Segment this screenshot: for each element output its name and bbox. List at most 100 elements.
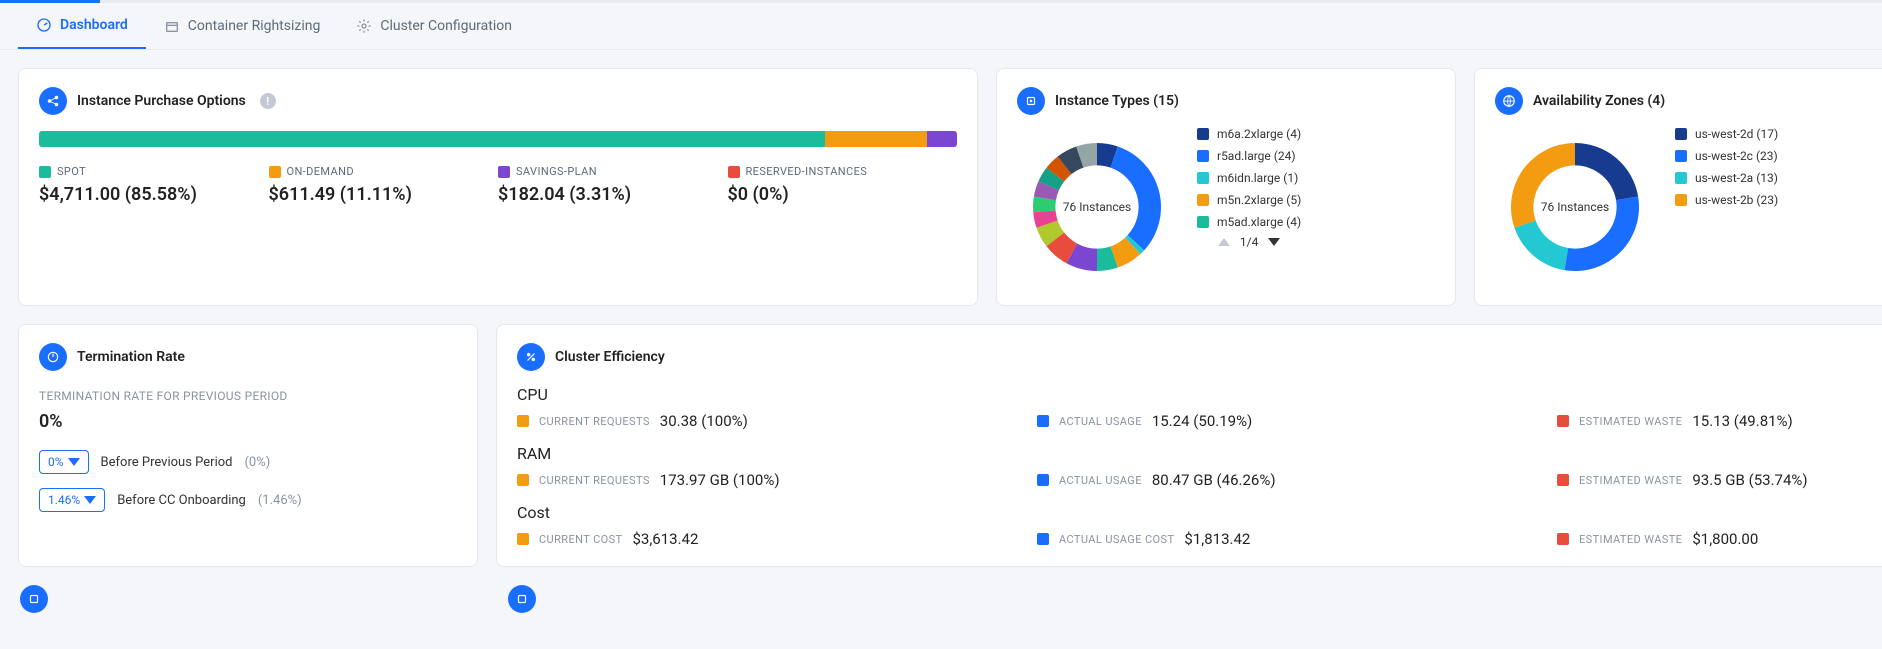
termination-subtitle: TERMINATION RATE FOR PREVIOUS PERIOD bbox=[39, 389, 457, 403]
termination-row-label: Before Previous Period bbox=[101, 455, 233, 470]
efficiency-metric: ESTIMATED WASTE 15.13 (49.81%) bbox=[1557, 412, 1882, 430]
legend-label: r5ad.large (24) bbox=[1217, 149, 1296, 163]
termination-chip[interactable]: 1.46% bbox=[39, 488, 105, 512]
purchase-option-value: $4,711.00 (85.58%) bbox=[39, 184, 269, 205]
color-swatch bbox=[1197, 194, 1209, 206]
chip-icon bbox=[1017, 87, 1045, 115]
instance-types-legend: m6a.2xlarge (4) r5ad.large (24) m6idn.larg… bbox=[1197, 127, 1301, 229]
purchase-bar bbox=[39, 131, 957, 147]
efficiency-metric-value: 173.97 GB (100%) bbox=[660, 471, 780, 489]
efficiency-metric-value: $1,800.00 bbox=[1692, 530, 1758, 548]
efficiency-icon bbox=[517, 343, 545, 371]
efficiency-metric-value: $3,613.42 bbox=[633, 530, 699, 548]
termination-value: 0% bbox=[39, 411, 457, 432]
legend-item[interactable]: us-west-2a (13) bbox=[1675, 171, 1778, 185]
efficiency-metric-label: CURRENT REQUESTS bbox=[539, 474, 650, 487]
legend-item[interactable]: m5ad.xlarge (4) bbox=[1197, 215, 1301, 229]
termination-row-label: Before CC Onboarding bbox=[117, 493, 246, 508]
efficiency-metric-value: 80.47 GB (46.26%) bbox=[1152, 471, 1276, 489]
gauge-icon bbox=[36, 17, 52, 33]
efficiency-metric: ACTUAL USAGE80.47 GB (46.26%) bbox=[1037, 471, 1517, 489]
efficiency-metric: CURRENT COST $3,613.42 bbox=[517, 530, 997, 548]
legend-label: m5ad.xlarge (4) bbox=[1217, 215, 1301, 229]
efficiency-metric-value: $1,813.42 bbox=[1184, 530, 1250, 548]
legend-label: us-west-2d (17) bbox=[1695, 127, 1778, 141]
efficiency-metric: ACTUAL USAGE15.24 (50.19%) bbox=[1037, 412, 1517, 430]
legend-item[interactable]: r5ad.large (24) bbox=[1197, 149, 1301, 163]
efficiency-metric-label: ESTIMATED WASTE bbox=[1579, 533, 1682, 546]
efficiency-group-name: RAM bbox=[517, 444, 1882, 463]
tab-cluster-configuration[interactable]: Cluster Configuration bbox=[338, 4, 530, 48]
efficiency-group: CostCURRENT COST$3,613.42ACTUAL USAGE CO… bbox=[517, 503, 1882, 548]
pager-prev-icon[interactable] bbox=[1218, 238, 1230, 246]
efficiency-metric: ESTIMATED WASTE $1,800.00 bbox=[1557, 530, 1882, 548]
donut-center-label: 76 Instances bbox=[1017, 127, 1177, 287]
efficiency-metric-label: CURRENT COST bbox=[539, 533, 623, 546]
legend-item[interactable]: m5n.2xlarge (5) bbox=[1197, 193, 1301, 207]
card-title-text: Instance Purchase Options bbox=[77, 93, 246, 109]
purchase-option: RESERVED-INSTANCES $0 (0%) bbox=[728, 165, 958, 205]
color-swatch bbox=[1675, 150, 1687, 162]
efficiency-metric: ESTIMATED WASTE 93.5 GB (53.74%) bbox=[1557, 471, 1882, 489]
color-swatch bbox=[1197, 128, 1209, 140]
color-swatch bbox=[1037, 474, 1049, 486]
purchase-option-name: RESERVED-INSTANCES bbox=[746, 165, 868, 178]
efficiency-metric-value: 15.13 (49.81%) bbox=[1692, 412, 1792, 430]
purchase-option-value: $0 (0%) bbox=[728, 184, 958, 205]
tab-container-rightsizing[interactable]: Container Rightsizing bbox=[146, 4, 339, 48]
tab-label: Dashboard bbox=[60, 17, 128, 33]
legend-label: m5n.2xlarge (5) bbox=[1217, 193, 1301, 207]
card-purchase-options: Instance Purchase Options ! SPOT $4,711.0… bbox=[18, 68, 978, 306]
chip-value: 0% bbox=[48, 455, 64, 469]
chevron-down-icon bbox=[68, 458, 80, 466]
tab-label: Cluster Configuration bbox=[380, 18, 512, 34]
legend-item[interactable]: us-west-2d (17) bbox=[1675, 127, 1778, 141]
color-swatch bbox=[1037, 533, 1049, 545]
color-swatch bbox=[517, 415, 529, 427]
legend-item[interactable]: us-west-2c (23) bbox=[1675, 149, 1778, 163]
efficiency-metric-value: 15.24 (50.19%) bbox=[1152, 412, 1252, 430]
info-icon[interactable]: ! bbox=[260, 93, 276, 109]
color-swatch bbox=[517, 533, 529, 545]
legend-label: us-west-2b (23) bbox=[1695, 193, 1778, 207]
tabs: Dashboard Container Rightsizing Cluster … bbox=[0, 3, 1882, 50]
efficiency-metric: ACTUAL USAGE COST $1,813.42 bbox=[1037, 530, 1517, 548]
power-icon bbox=[39, 343, 67, 371]
termination-row-extra: (1.46%) bbox=[258, 493, 302, 508]
nodes-icon bbox=[39, 87, 67, 115]
legend-item[interactable]: m6idn.large (1) bbox=[1197, 171, 1301, 185]
purchase-option: ON-DEMAND $611.49 (11.11%) bbox=[269, 165, 499, 205]
efficiency-metric-label: ESTIMATED WASTE bbox=[1579, 415, 1682, 428]
purchase-option-value: $182.04 (3.31%) bbox=[498, 184, 728, 205]
gear-icon bbox=[356, 18, 372, 34]
legend-pager: 1/4 bbox=[1197, 235, 1301, 249]
efficiency-group: RAM CURRENT REQUESTS 173.97 GB (100%) ACTUA… bbox=[517, 444, 1882, 489]
color-swatch bbox=[1197, 150, 1209, 162]
color-swatch bbox=[1557, 474, 1569, 486]
pager-next-icon[interactable] bbox=[1268, 238, 1280, 246]
color-swatch bbox=[728, 166, 740, 178]
purchase-option: SAVINGS-PLAN $182.04 (3.31%) bbox=[498, 165, 728, 205]
purchase-option-value: $611.49 (11.11%) bbox=[269, 184, 499, 205]
efficiency-metric-value: 93.5 GB (53.74%) bbox=[1692, 471, 1807, 489]
globe-icon bbox=[1495, 87, 1523, 115]
color-swatch bbox=[1675, 194, 1687, 206]
purchase-option-name: ON-DEMAND bbox=[287, 165, 354, 178]
chip-value: 1.46% bbox=[48, 493, 80, 507]
chevron-down-icon bbox=[84, 496, 96, 504]
purchase-option-name: SPOT bbox=[57, 165, 86, 178]
color-swatch bbox=[498, 166, 510, 178]
legend-label: m6idn.large (1) bbox=[1217, 171, 1298, 185]
purchase-option-name: SAVINGS-PLAN bbox=[516, 165, 597, 178]
efficiency-metric-label: ESTIMATED WASTE bbox=[1579, 474, 1682, 487]
legend-item[interactable]: us-west-2b (23) bbox=[1675, 193, 1778, 207]
color-swatch bbox=[269, 166, 281, 178]
efficiency-metric-value: 30.38 (100%) bbox=[660, 412, 748, 430]
efficiency-metric-label: ACTUAL USAGE COST bbox=[1059, 533, 1174, 546]
termination-chip[interactable]: 0% bbox=[39, 450, 89, 474]
instance-types-donut: 76 Instances bbox=[1017, 127, 1177, 287]
legend-item[interactable]: m6a.2xlarge (4) bbox=[1197, 127, 1301, 141]
color-swatch bbox=[1197, 216, 1209, 228]
color-swatch bbox=[517, 474, 529, 486]
tab-dashboard[interactable]: Dashboard bbox=[18, 3, 146, 49]
